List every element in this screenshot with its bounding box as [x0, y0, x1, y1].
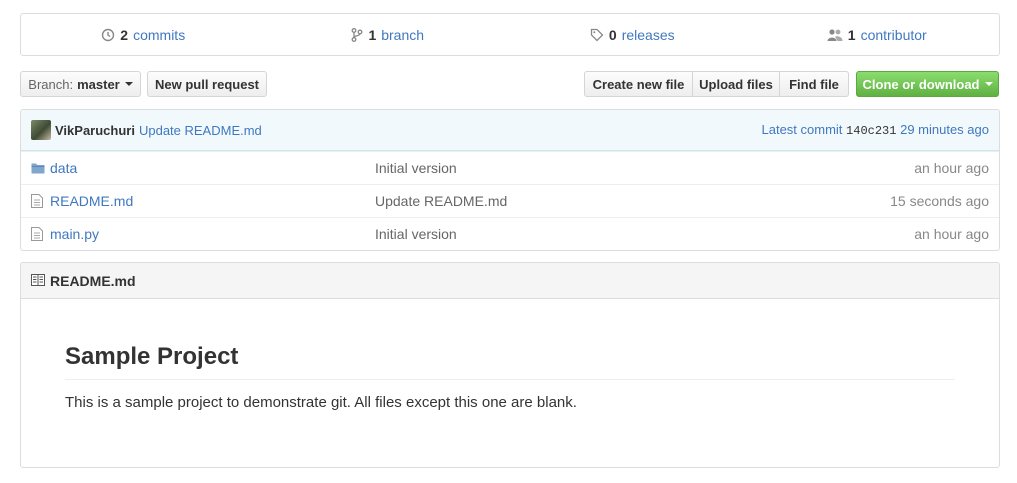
new-pull-request-button[interactable]: New pull request — [147, 71, 267, 97]
file-row: README.md Update README.md 15 seconds ag… — [21, 184, 999, 217]
file-commit-message-link[interactable]: Initial version — [375, 226, 914, 242]
contributors-link[interactable]: 1 contributor — [755, 14, 1000, 55]
contributors-count: 1 — [847, 26, 856, 43]
branches-link[interactable]: 1 branch — [266, 14, 511, 55]
readme-filename: README.md — [50, 272, 136, 289]
commits-count: 2 — [120, 26, 129, 43]
create-new-file-button[interactable]: Create new file — [584, 71, 693, 97]
file-icon — [31, 194, 47, 208]
branches-label: branch — [381, 26, 425, 43]
file-icon — [31, 227, 47, 241]
commit-meta: Latest commit 140c231 29 minutes ago — [762, 122, 990, 138]
clone-or-download-button[interactable]: Clone or download — [856, 71, 999, 97]
file-age: an hour ago — [914, 226, 989, 242]
branches-count: 1 — [368, 26, 377, 43]
folder-icon — [31, 162, 47, 174]
commit-author-link[interactable]: VikParuchuri — [55, 123, 135, 138]
file-name-link[interactable]: data — [50, 160, 375, 176]
branch-name: master — [77, 76, 120, 92]
releases-count: 0 — [608, 26, 617, 43]
commit-sha: 140c231 — [846, 124, 897, 138]
file-listing: VikParuchuri Update README.md Latest com… — [20, 109, 1000, 251]
file-commit-message-link[interactable]: Initial version — [375, 160, 914, 176]
file-row: main.py Initial version an hour ago — [21, 217, 999, 250]
readme-heading: Sample Project — [65, 343, 955, 380]
contributors-label: contributor — [860, 26, 927, 43]
releases-label: releases — [621, 26, 675, 43]
clone-or-download-label: Clone or download — [862, 76, 980, 92]
readme-header: README.md — [21, 263, 999, 299]
commit-message-link[interactable]: Update README.md — [139, 123, 262, 138]
book-icon — [31, 273, 50, 289]
file-row: data Initial version an hour ago — [21, 151, 999, 184]
history-icon — [101, 28, 115, 42]
people-icon — [827, 28, 843, 42]
repo-summary-bar: 2 commits 1 branch 0 releases 1 contribu… — [20, 13, 1000, 56]
releases-link[interactable]: 0 releases — [510, 14, 755, 55]
file-age: an hour ago — [914, 160, 989, 176]
file-actions-group: Create new file Upload files Find file — [584, 71, 849, 97]
file-name-link[interactable]: main.py — [50, 226, 375, 242]
latest-commit-label: Latest commit — [761, 122, 843, 137]
readme-panel: README.md Sample Project This is a sampl… — [20, 262, 1000, 468]
latest-commit-bar: VikParuchuri Update README.md Latest com… — [21, 110, 999, 151]
tag-icon — [590, 28, 604, 42]
branch-select-button[interactable]: Branch: master — [20, 71, 141, 97]
find-file-button[interactable]: Find file — [779, 71, 849, 97]
caret-down-icon — [984, 82, 993, 86]
upload-files-button[interactable]: Upload files — [692, 71, 780, 97]
file-commit-message-link[interactable]: Update README.md — [375, 193, 890, 209]
readme-body: Sample Project This is a sample project … — [21, 299, 999, 441]
commits-link[interactable]: 2 commits — [21, 14, 266, 55]
branch-prefix: Branch: — [28, 76, 74, 92]
branch-icon — [351, 27, 363, 42]
commit-sha-link[interactable]: 140c231 — [846, 122, 897, 138]
readme-paragraph: This is a sample project to demonstrate … — [65, 394, 577, 411]
avatar[interactable] — [31, 120, 51, 140]
commit-time: 29 minutes ago — [900, 122, 989, 137]
caret-down-icon — [124, 82, 133, 86]
commits-label: commits — [133, 26, 186, 43]
file-name-link[interactable]: README.md — [50, 193, 375, 209]
file-age: 15 seconds ago — [890, 193, 989, 209]
